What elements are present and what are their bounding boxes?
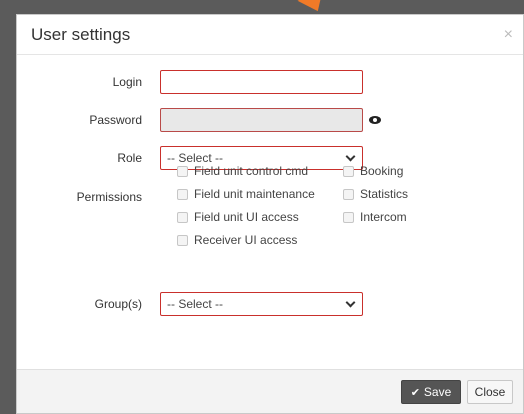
chevron-down-icon — [345, 297, 356, 307]
permission-checkbox[interactable]: Booking — [343, 164, 403, 178]
modal-header: User settings × — [17, 15, 523, 55]
permission-label: Field unit control cmd — [194, 164, 309, 178]
permission-label: Intercom — [360, 210, 407, 224]
save-button[interactable]: ✔ Save — [401, 380, 461, 404]
close-icon[interactable]: × — [504, 26, 513, 43]
groups-select[interactable]: -- Select -- — [160, 292, 363, 316]
role-label: Role — [117, 151, 142, 165]
checkbox[interactable] — [177, 211, 188, 223]
chevron-down-icon — [345, 151, 356, 161]
permission-label: Booking — [360, 164, 404, 178]
check-icon: ✔ — [410, 386, 420, 399]
user-settings-modal: User settings × Login Password Role -- S… — [16, 14, 524, 414]
close-button[interactable]: Close — [467, 380, 513, 404]
checkbox[interactable] — [177, 165, 188, 177]
permission-checkbox[interactable]: Field unit maintenance — [177, 187, 315, 201]
permission-checkbox[interactable]: Intercom — [343, 210, 407, 224]
permission-label: Field unit maintenance — [194, 187, 315, 201]
checkbox[interactable] — [343, 211, 354, 223]
permissions-label: Permissions — [76, 190, 142, 204]
password-input[interactable] — [160, 108, 363, 132]
permission-label: Receiver UI access — [194, 233, 298, 247]
checkbox[interactable] — [177, 188, 188, 200]
login-label: Login — [112, 75, 142, 89]
save-button-label: Save — [423, 385, 452, 399]
permissions-row: Permissions — [17, 190, 160, 204]
permission-checkbox[interactable]: Statistics — [343, 187, 408, 201]
checkbox[interactable] — [343, 165, 354, 177]
permission-label: Statistics — [360, 187, 409, 201]
role-select-value: -- Select -- — [167, 151, 224, 165]
permission-label: Field unit UI access — [194, 210, 299, 224]
checkbox[interactable] — [177, 234, 188, 246]
groups-row: Group(s) -- Select -- — [17, 292, 363, 316]
groups-label: Group(s) — [94, 297, 142, 311]
checkbox[interactable] — [343, 188, 354, 200]
close-button-label: Close — [474, 385, 506, 399]
password-label: Password — [89, 113, 142, 127]
groups-select-value: -- Select -- — [167, 297, 224, 311]
permission-checkbox[interactable]: Field unit control cmd — [177, 164, 308, 178]
modal-title: User settings — [31, 24, 131, 44]
password-row: Password — [17, 108, 381, 132]
permission-checkbox[interactable]: Receiver UI access — [177, 233, 297, 247]
eye-icon[interactable] — [369, 116, 381, 124]
permission-checkbox[interactable]: Field unit UI access — [177, 210, 299, 224]
modal-footer: ✔ Save Close — [17, 369, 523, 413]
login-row: Login — [17, 70, 363, 94]
login-input[interactable] — [160, 70, 363, 94]
